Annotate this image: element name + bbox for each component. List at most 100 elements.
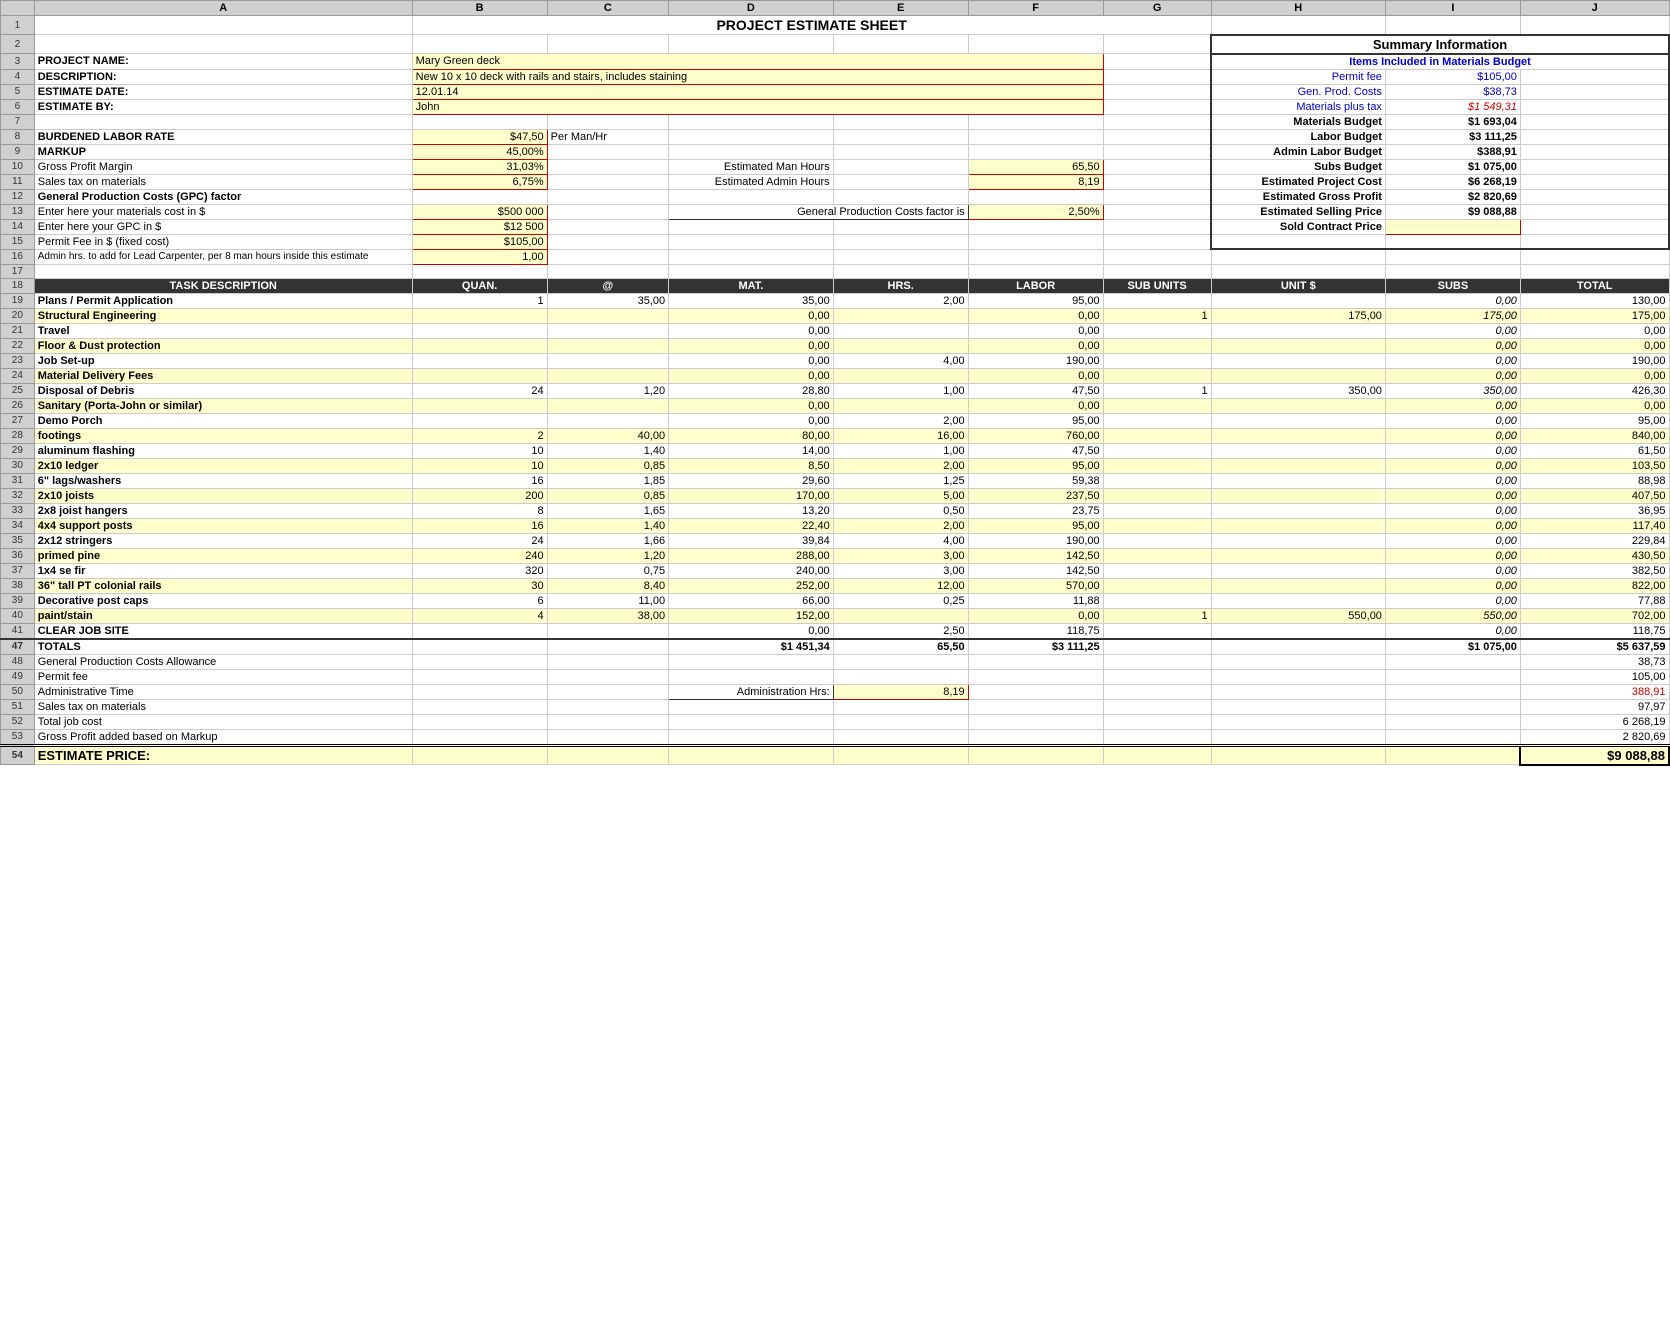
row-8-g bbox=[1103, 129, 1211, 144]
row-2-d bbox=[669, 35, 834, 54]
row-12-e bbox=[833, 189, 968, 204]
row-54-i bbox=[1385, 745, 1520, 765]
row-20-labor: 0,00 bbox=[968, 308, 1103, 323]
summary-sold-contract-value[interactable] bbox=[1385, 219, 1520, 234]
row-36-total: 430,50 bbox=[1520, 548, 1669, 563]
mat-cost-value[interactable]: $500 000 bbox=[412, 204, 547, 219]
row-37-mat: 240,00 bbox=[669, 563, 834, 578]
row-24-at bbox=[547, 368, 668, 383]
row-27-mat: 0,00 bbox=[669, 413, 834, 428]
row-12-f bbox=[968, 189, 1103, 204]
row-36-num: 36 bbox=[1, 548, 35, 563]
labor-rate-value[interactable]: $47,50 bbox=[412, 129, 547, 144]
row-27-unit-s bbox=[1211, 413, 1385, 428]
row-34-task: 4x4 support posts bbox=[34, 518, 412, 533]
by-value[interactable]: John bbox=[412, 99, 1103, 114]
row-30-mat: 8,50 bbox=[669, 458, 834, 473]
row-35-task: 2x12 stringers bbox=[34, 533, 412, 548]
permit-fee-value[interactable]: $105,00 bbox=[412, 234, 547, 249]
row-25-sub-units: 1 bbox=[1103, 383, 1211, 398]
row-41-unit-s bbox=[1211, 623, 1385, 639]
row-10-c bbox=[547, 159, 668, 174]
row-37-subs: 0,00 bbox=[1385, 563, 1520, 578]
row-27-subs: 0,00 bbox=[1385, 413, 1520, 428]
est-man-hrs-value[interactable]: 65,50 bbox=[968, 159, 1103, 174]
admin-time-label: Administrative Time bbox=[34, 684, 412, 699]
row-35-sub-units bbox=[1103, 533, 1211, 548]
row-33-quan: 8 bbox=[412, 503, 547, 518]
row-35-subs: 0,00 bbox=[1385, 533, 1520, 548]
row-50-h bbox=[1211, 684, 1385, 699]
markup-value[interactable]: 45,00% bbox=[412, 144, 547, 159]
sales-tax-value[interactable]: 6,75% bbox=[412, 174, 547, 189]
row-26-quan bbox=[412, 398, 547, 413]
row-35-labor: 190,00 bbox=[968, 533, 1103, 548]
admin-hrs-row-value[interactable]: 8,19 bbox=[833, 684, 968, 699]
th-total: TOTAL bbox=[1520, 278, 1669, 293]
row-19-subs: 0,00 bbox=[1385, 293, 1520, 308]
est-admin-hrs-value[interactable]: 8,19 bbox=[968, 174, 1103, 189]
row-21-unit-s bbox=[1211, 323, 1385, 338]
row-48-h bbox=[1211, 654, 1385, 669]
row-27-total: 95,00 bbox=[1520, 413, 1669, 428]
row-36-labor: 142,50 bbox=[968, 548, 1103, 563]
row-22-sub-units bbox=[1103, 338, 1211, 353]
row-52-c bbox=[547, 714, 668, 729]
row-4-num: 4 bbox=[1, 69, 35, 84]
desc-value[interactable]: New 10 x 10 deck with rails and stairs, … bbox=[412, 69, 1103, 84]
summary-admin-labor-value: $388,91 bbox=[1385, 144, 1520, 159]
row-26-mat: 0,00 bbox=[669, 398, 834, 413]
row-41-hrs: 2,50 bbox=[833, 623, 968, 639]
row-20-sub-units: 1 bbox=[1103, 308, 1211, 323]
summary-permit-value: $105,00 bbox=[1385, 69, 1520, 84]
col-header-e: E bbox=[833, 1, 968, 16]
row-27-labor: 95,00 bbox=[968, 413, 1103, 428]
row-9-j bbox=[1520, 144, 1669, 159]
row-22-at bbox=[547, 338, 668, 353]
row-37-task: 1x4 se fir bbox=[34, 563, 412, 578]
gross-profit-value[interactable]: 31,03% bbox=[412, 159, 547, 174]
row-23-task: Job Set-up bbox=[34, 353, 412, 368]
row-31-hrs: 1,25 bbox=[833, 473, 968, 488]
row-7-num: 7 bbox=[1, 114, 35, 129]
row-29-hrs: 1,00 bbox=[833, 443, 968, 458]
row-13-c bbox=[547, 204, 668, 219]
row-19-unit-s bbox=[1211, 293, 1385, 308]
project-name-label: PROJECT NAME: bbox=[34, 54, 412, 70]
summary-mat-budget-value: $1 693,04 bbox=[1385, 114, 1520, 129]
row-9-c bbox=[547, 144, 668, 159]
row-17-d bbox=[669, 264, 834, 278]
row-50-f bbox=[968, 684, 1103, 699]
row-17-f bbox=[968, 264, 1103, 278]
row-33-mat: 13,20 bbox=[669, 503, 834, 518]
project-name-value[interactable]: Mary Green deck bbox=[412, 54, 1103, 70]
row-41-subs: 0,00 bbox=[1385, 623, 1520, 639]
row-28-unit-s bbox=[1211, 428, 1385, 443]
row-12-c bbox=[547, 189, 668, 204]
row-29-labor: 47,50 bbox=[968, 443, 1103, 458]
gpc-cost-value[interactable]: $12 500 bbox=[412, 219, 547, 234]
row-9-e bbox=[833, 144, 968, 159]
row-2-num: 2 bbox=[1, 35, 35, 54]
row-39-total: 77,88 bbox=[1520, 593, 1669, 608]
row-47-num: 47 bbox=[1, 639, 35, 655]
row-9-f bbox=[968, 144, 1103, 159]
row-40-mat: 152,00 bbox=[669, 608, 834, 623]
row-15-h bbox=[1211, 234, 1385, 249]
summary-items-label: Items Included in Materials Budget bbox=[1211, 54, 1669, 70]
gpc-factor-value[interactable]: 2,50% bbox=[968, 204, 1103, 219]
row-20-num: 20 bbox=[1, 308, 35, 323]
row-39-hrs: 0,25 bbox=[833, 593, 968, 608]
admin-hrs-value[interactable]: 1,00 bbox=[412, 249, 547, 264]
row-54-num: 54 bbox=[1, 745, 35, 765]
row-27-num: 27 bbox=[1, 413, 35, 428]
summary-est-selling-value: $9 088,88 bbox=[1385, 204, 1520, 219]
row-21-num: 21 bbox=[1, 323, 35, 338]
row-53-g bbox=[1103, 729, 1211, 745]
row-36-task: primed pine bbox=[34, 548, 412, 563]
permit-fee-row-value: 105,00 bbox=[1520, 669, 1669, 684]
row-36-quan: 240 bbox=[412, 548, 547, 563]
row-29-at: 1,40 bbox=[547, 443, 668, 458]
date-value[interactable]: 12.01.14 bbox=[412, 84, 1103, 99]
row-41-total: 118,75 bbox=[1520, 623, 1669, 639]
